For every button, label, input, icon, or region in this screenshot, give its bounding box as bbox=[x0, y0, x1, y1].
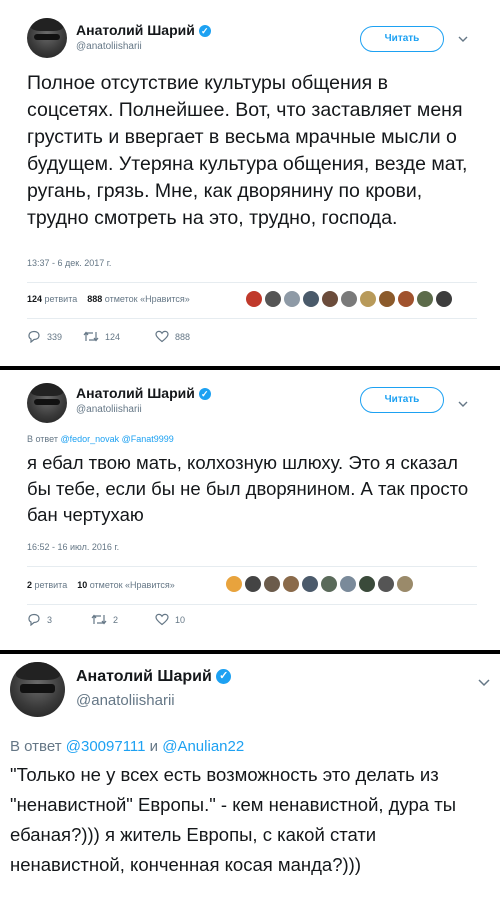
liker-avatar[interactable] bbox=[246, 291, 262, 307]
liker-avatar[interactable] bbox=[283, 576, 299, 592]
like-count: 10 bbox=[175, 614, 186, 625]
reply-mention[interactable]: @30097111 bbox=[66, 738, 146, 755]
author-name[interactable]: Анатолий Шарий ✓ bbox=[76, 668, 232, 686]
heart-icon bbox=[155, 330, 169, 343]
likes-label: отметок «Нравится» bbox=[89, 580, 175, 590]
action-bar: 339 124 888 bbox=[27, 330, 477, 346]
reply-and: и bbox=[149, 738, 159, 755]
reply-prefix: В ответ bbox=[27, 434, 58, 444]
tweet-text: я ебал твою мать, колхозную шлюху. Это я… bbox=[27, 452, 469, 525]
divider bbox=[27, 566, 477, 567]
divider bbox=[27, 604, 477, 605]
reply-count: 339 bbox=[47, 331, 63, 342]
divider bbox=[27, 282, 477, 283]
reply-button[interactable]: 339 bbox=[27, 330, 62, 343]
follow-button[interactable]: Читать bbox=[360, 387, 444, 413]
liker-avatar[interactable] bbox=[226, 576, 242, 592]
tweet-text: Полное отсутствие культуры общения в соц… bbox=[27, 72, 468, 229]
liker-avatar[interactable] bbox=[436, 291, 452, 307]
action-bar: 3 2 10 bbox=[27, 613, 477, 629]
like-count: 888 bbox=[175, 331, 191, 342]
like-button[interactable]: 888 bbox=[155, 330, 190, 343]
liker-avatars bbox=[246, 291, 452, 307]
engagement-stats: 2 ретвита 10 отметок «Нравится» bbox=[27, 580, 175, 590]
tweet-timestamp[interactable]: 13:37 - 6 дек. 2017 г. bbox=[27, 258, 111, 268]
retweet-button[interactable]: 124 bbox=[83, 330, 120, 343]
liker-avatar[interactable] bbox=[360, 291, 376, 307]
chevron-down-icon[interactable] bbox=[458, 395, 468, 413]
liker-avatar[interactable] bbox=[359, 576, 375, 592]
verified-icon: ✓ bbox=[198, 388, 211, 401]
like-button[interactable]: 10 bbox=[155, 613, 185, 626]
liker-avatar[interactable] bbox=[340, 576, 356, 592]
liker-avatar[interactable] bbox=[321, 576, 337, 592]
likes-count[interactable]: 888 bbox=[87, 294, 102, 304]
reply-button[interactable]: 3 bbox=[27, 613, 52, 626]
retweets-label: ретвита bbox=[44, 294, 78, 304]
author-name-text: Анатолий Шарий bbox=[76, 668, 212, 685]
tweet-3: Анатолий Шарий ✓ @anatoliisharii В ответ… bbox=[0, 654, 500, 912]
reply-icon bbox=[28, 613, 40, 626]
avatar[interactable] bbox=[27, 18, 67, 58]
liker-avatars bbox=[226, 576, 413, 592]
liker-avatar[interactable] bbox=[341, 291, 357, 307]
likes-label: отметок «Нравится» bbox=[104, 294, 190, 304]
liker-avatar[interactable] bbox=[265, 291, 281, 307]
verified-icon: ✓ bbox=[198, 25, 211, 38]
tweet-timestamp[interactable]: 16:52 - 16 июл. 2016 г. bbox=[27, 542, 119, 552]
tweet-text: "Только не у всех есть возможность это д… bbox=[10, 764, 457, 875]
verified-icon: ✓ bbox=[216, 669, 232, 685]
liker-avatar[interactable] bbox=[417, 291, 433, 307]
likes-count[interactable]: 10 bbox=[77, 580, 87, 590]
retweets-count[interactable]: 2 bbox=[27, 580, 32, 590]
retweets-count[interactable]: 124 bbox=[27, 294, 42, 304]
reply-count: 3 bbox=[47, 614, 53, 625]
engagement-stats: 124 ретвита 888 отметок «Нравится» bbox=[27, 294, 190, 304]
tweet-2: Анатолий Шарий ✓ @anatoliisharii Читать … bbox=[0, 370, 500, 650]
author-name-text: Анатолий Шарий bbox=[76, 22, 195, 38]
liker-avatar[interactable] bbox=[264, 576, 280, 592]
liker-avatar[interactable] bbox=[379, 291, 395, 307]
liker-avatar[interactable] bbox=[398, 291, 414, 307]
liker-avatar[interactable] bbox=[303, 291, 319, 307]
reply-prefix: В ответ bbox=[10, 738, 62, 755]
retweet-button[interactable]: 2 bbox=[91, 613, 118, 626]
retweet-icon bbox=[83, 331, 99, 342]
liker-avatar[interactable] bbox=[322, 291, 338, 307]
reply-icon bbox=[28, 330, 40, 343]
reply-mention[interactable]: @Anulian22 bbox=[162, 738, 244, 755]
avatar[interactable] bbox=[27, 383, 67, 423]
liker-avatar[interactable] bbox=[302, 576, 318, 592]
retweets-label: ретвита bbox=[34, 580, 68, 590]
author-name[interactable]: Анатолий Шарий ✓ bbox=[76, 22, 211, 38]
chevron-down-icon[interactable] bbox=[478, 674, 490, 692]
divider bbox=[27, 318, 477, 319]
avatar[interactable] bbox=[10, 662, 65, 717]
tweet-1: Анатолий Шарий ✓ @anatoliisharii Читать … bbox=[0, 0, 500, 365]
liker-avatar[interactable] bbox=[245, 576, 261, 592]
liker-avatar[interactable] bbox=[378, 576, 394, 592]
author-handle[interactable]: @anatoliisharii bbox=[76, 404, 142, 415]
liker-avatar[interactable] bbox=[397, 576, 413, 592]
author-handle[interactable]: @anatoliisharii bbox=[76, 692, 175, 709]
chevron-down-icon[interactable] bbox=[458, 30, 468, 48]
retweet-icon bbox=[91, 614, 107, 625]
reply-to-line: В ответ @30097111 и @Anulian22 bbox=[10, 738, 244, 755]
heart-icon bbox=[155, 613, 169, 626]
author-handle[interactable]: @anatoliisharii bbox=[76, 41, 142, 52]
reply-to-line: В ответ @fedor_novak @Fanat9999 bbox=[27, 434, 174, 444]
retweet-count: 124 bbox=[105, 331, 121, 342]
follow-button[interactable]: Читать bbox=[360, 26, 444, 52]
liker-avatar[interactable] bbox=[284, 291, 300, 307]
reply-mentions[interactable]: @fedor_novak @Fanat9999 bbox=[60, 434, 173, 444]
retweet-count: 2 bbox=[113, 614, 119, 625]
author-name[interactable]: Анатолий Шарий ✓ bbox=[76, 385, 211, 401]
author-name-text: Анатолий Шарий bbox=[76, 385, 195, 401]
